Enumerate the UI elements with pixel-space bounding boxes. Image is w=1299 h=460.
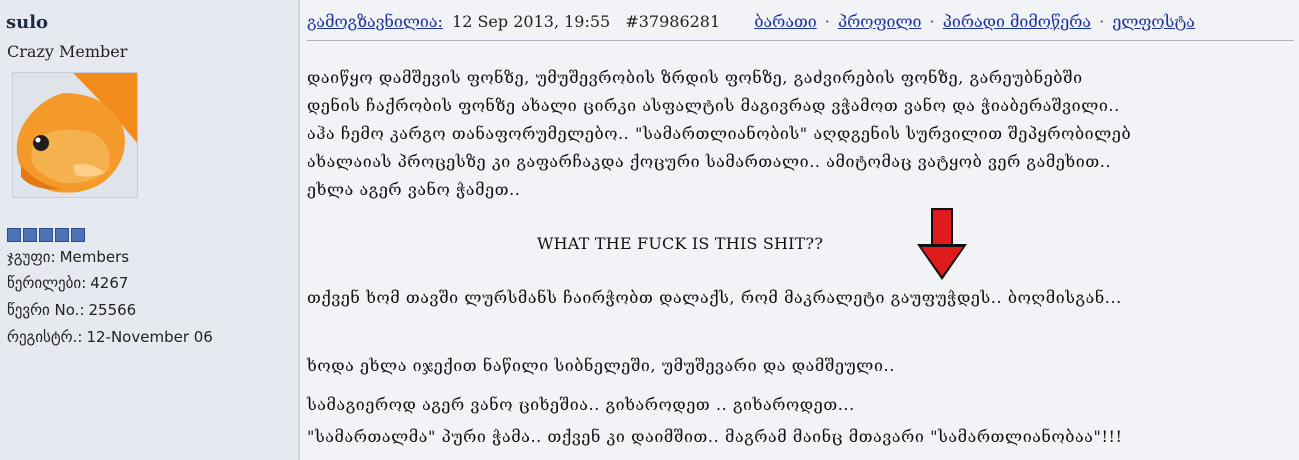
body-line: დაიწყო დამშევის ფონზე, უმუშევრობის ზრდის… — [307, 68, 1083, 87]
body-line: აჰა ჩემო კარგო თანაფორუმელებო.. "სამართლ… — [307, 124, 1132, 143]
user-panel: sulo Crazy Member ჯგუფი: Members წერილებ… — [0, 0, 300, 460]
body-line: ეხლა აგერ ვანო ჭამეთ.. — [307, 180, 521, 199]
stat-value: 25566 — [88, 301, 137, 319]
body-line: ხოდა ეხლა იჯექით ნაწილი სიბნელეში, უმუშე… — [307, 356, 895, 375]
link-private-message[interactable]: პირადი მიმოწერა — [943, 12, 1091, 31]
goldfish-icon — [13, 73, 137, 197]
stat-label: წერილები: — [7, 274, 87, 292]
post-header: გამოგზავნილია: 12 Sep 2013, 19:55 #37986… — [307, 12, 1195, 36]
post-id[interactable]: #37986281 — [625, 12, 720, 31]
post-datetime: 12 Sep 2013, 19:55 — [452, 12, 611, 31]
rating-star — [71, 228, 85, 242]
rating-star — [39, 228, 53, 242]
body-line: "სამართალმა" პური ჭამა.. თქვენ კი დაიმში… — [307, 427, 1123, 446]
link-email[interactable]: ელფოსტა — [1112, 12, 1195, 31]
body-line: სამაგიეროდ აგერ ვანო ციხეშია.. გიხაროდეთ… — [307, 395, 855, 414]
rating-stars — [7, 228, 85, 242]
avatar — [12, 72, 138, 198]
rating-star — [7, 228, 21, 242]
user-rank: Crazy Member — [7, 42, 128, 61]
stat-label: ჯგუფი: — [7, 248, 56, 266]
stat-label: რეგისტრ.: — [7, 328, 83, 346]
separator-dot: · — [824, 12, 830, 31]
separator-dot: · — [1099, 12, 1105, 31]
image-caption: WHAT THE FUCK IS THIS SHIT?? — [537, 234, 824, 253]
post-content: გამოგზავნილია: 12 Sep 2013, 19:55 #37986… — [300, 0, 1299, 460]
forum-post: sulo Crazy Member ჯგუფი: Members წერილებ… — [0, 0, 1299, 460]
stat-member-no: წევრი No.: 25566 — [7, 301, 136, 319]
link-profile[interactable]: პროფილი — [838, 12, 922, 31]
body-line: ახალაიას პროცესზე კი გაფარჩაკდა ქოცური ს… — [307, 152, 1112, 171]
rating-star — [55, 228, 69, 242]
body-line: თქვენ ხომ თავში ლურსმანს ჩაირჭობთ დალაქს… — [307, 288, 1122, 307]
stat-registered: რეგისტრ.: 12-November 06 — [7, 328, 213, 346]
username[interactable]: sulo — [6, 12, 48, 33]
body-line: დენის ჩაქრობის ფონზე ახალი ცირკი ასფალტი… — [307, 96, 1120, 115]
header-divider — [307, 40, 1294, 41]
red-arrow-icon — [917, 208, 967, 280]
stat-label: წევრი No.: — [7, 301, 85, 319]
link-card[interactable]: ბარათი — [754, 12, 816, 31]
separator-dot: · — [929, 12, 935, 31]
stat-group: ჯგუფი: Members — [7, 248, 129, 266]
rating-star — [23, 228, 37, 242]
stat-value: Members — [59, 248, 130, 266]
stat-posts: წერილები: 4267 — [7, 274, 128, 292]
sent-label-link[interactable]: გამოგზავნილია: — [307, 12, 443, 31]
stat-value: 4267 — [90, 274, 129, 292]
stat-value: 12-November 06 — [86, 328, 213, 346]
